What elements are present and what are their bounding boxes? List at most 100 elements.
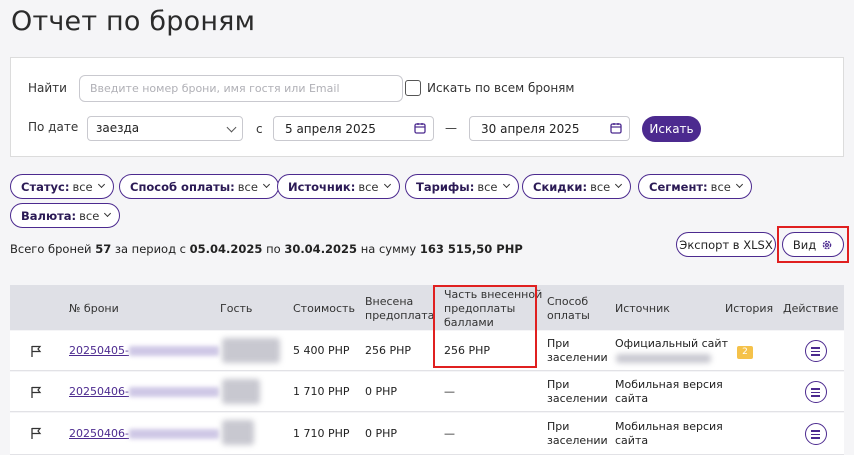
booking-number[interactable]: 20250406- (69, 427, 129, 440)
chip-tariffs[interactable]: Тарифы: все (405, 174, 519, 199)
chip-payment-method[interactable]: Способ оплаты: все (119, 174, 279, 199)
th-prepaid-l2: предоплата (365, 309, 435, 322)
chevron-down-icon (383, 180, 391, 189)
th-prepaid-l1: Внесена (365, 295, 414, 308)
date-type-value: заезда (96, 121, 140, 135)
table-row[interactable]: 20250406- 1 710 PHP 0 PHP — При заселени… (10, 413, 844, 455)
date-to-field[interactable]: 30 апреля 2025 (469, 116, 630, 141)
chip-source[interactable]: Источник: все (277, 174, 400, 199)
payment-l1: При (547, 337, 570, 350)
cost-value: 1 710 PHP (293, 385, 350, 398)
view-settings-button[interactable]: Вид (782, 232, 844, 257)
chevron-down-icon (97, 180, 105, 189)
chip-label: Валюта: (21, 208, 77, 223)
th-source[interactable]: Источник (615, 302, 670, 316)
flag-icon[interactable] (30, 345, 42, 357)
date-from-value: 5 апреля 2025 (285, 122, 376, 136)
summary-count: 57 (95, 242, 112, 256)
chip-value: все (710, 179, 731, 194)
bookings-table: № брони Гость Стоимость Внесена предопла… (10, 285, 844, 455)
chip-label: Способ оплаты: (130, 179, 235, 194)
row-menu-button[interactable] (805, 423, 827, 445)
source-l2: сайта (615, 392, 649, 405)
guest-name-redacted (222, 338, 280, 363)
flag-icon[interactable] (30, 427, 42, 439)
summary-text: за период с (114, 242, 187, 256)
chip-value: все (72, 179, 93, 194)
booking-number[interactable]: 20250406- (69, 385, 129, 398)
payment-l1: При (547, 378, 570, 391)
checkbox-box[interactable] (405, 80, 421, 96)
chip-label: Сегмент: (649, 179, 708, 194)
flag-icon[interactable] (30, 386, 42, 398)
th-payment[interactable]: Способ оплаты (547, 295, 590, 323)
guest-name-redacted (222, 379, 260, 404)
th-number[interactable]: № брони (69, 302, 119, 316)
bookings-summary: Всего броней 57 за период с 05.04.2025 п… (10, 242, 523, 256)
payment-method: При заселении (547, 337, 608, 365)
calendar-icon[interactable] (610, 122, 622, 134)
chevron-down-icon (104, 209, 112, 218)
th-payment-l2: оплаты (547, 309, 590, 322)
search-button[interactable]: Искать (642, 116, 701, 142)
chevron-down-icon (735, 180, 743, 189)
table-row[interactable]: 20250405- 5 400 PHP 256 PHP 256 PHP При … (10, 331, 844, 371)
source-redacted (616, 354, 711, 363)
booking-number-link[interactable]: 20250405- (69, 344, 219, 358)
th-history: История (725, 302, 774, 315)
summary-to: 30.04.2025 (284, 242, 358, 256)
export-xlsx-button[interactable]: Экспорт в XLSX (676, 232, 776, 257)
th-guest[interactable]: Гость (220, 302, 252, 316)
points-value: — (444, 427, 455, 440)
chip-discounts[interactable]: Скидки: все (522, 174, 632, 199)
chip-label: Тарифы: (416, 179, 475, 194)
date-type-select[interactable]: заезда (87, 116, 243, 141)
calendar-icon[interactable] (414, 122, 426, 134)
chip-status[interactable]: Статус: все (10, 174, 114, 199)
redacted-text (128, 387, 219, 397)
chevron-down-icon (502, 180, 510, 189)
chip-segment[interactable]: Сегмент: все (638, 174, 752, 199)
chip-currency[interactable]: Валюта: все (10, 203, 121, 228)
th-cost[interactable]: Стоимость (293, 302, 355, 316)
table-header: № брони Гость Стоимость Внесена предопла… (10, 285, 844, 330)
date-dash: — (445, 121, 457, 135)
summary-text: Всего броней (10, 242, 92, 256)
booking-number-link[interactable]: 20250406- (69, 385, 219, 399)
filter-panel: Найти Искать по всем броням По дате заез… (10, 57, 844, 157)
th-prepaid[interactable]: Внесена предоплата (365, 295, 434, 323)
search-input[interactable] (79, 75, 403, 102)
search-all-checkbox[interactable]: Искать по всем броням (405, 80, 574, 96)
summary-text: по (266, 242, 281, 256)
chip-value: все (477, 179, 498, 194)
row-menu-button[interactable] (805, 381, 827, 403)
date-from-field[interactable]: 5 апреля 2025 (273, 116, 434, 141)
highlight-box (433, 285, 537, 368)
booking-number[interactable]: 20250405- (69, 344, 129, 357)
chip-value: все (590, 179, 611, 194)
source-l2: сайта (615, 434, 649, 447)
redacted-text (128, 346, 219, 356)
table-row[interactable]: 20250406- 1 710 PHP 0 PHP — При заселени… (10, 372, 844, 412)
payment-method: При заселении (547, 378, 608, 406)
page-title: Отчет по броням (11, 6, 256, 37)
chip-label: Скидки: (533, 179, 588, 194)
source-l1: Мобильная версия (615, 378, 723, 391)
th-payment-l1: Способ (547, 295, 589, 308)
summary-from: 05.04.2025 (189, 242, 263, 256)
history-badge[interactable]: 2 (737, 346, 753, 359)
guest-name-redacted (222, 420, 254, 445)
prepaid-value: 0 PHP (365, 427, 398, 440)
redacted-text (128, 429, 219, 439)
th-action: Действие (783, 302, 839, 315)
source-value: Официальный сайт (615, 337, 728, 351)
payment-l2: заселении (547, 434, 608, 447)
payment-l2: заселении (547, 392, 608, 405)
row-menu-button[interactable] (805, 340, 827, 362)
prepaid-value: 256 PHP (365, 344, 412, 357)
find-label: Найти (28, 81, 67, 95)
booking-number-link[interactable]: 20250406- (69, 427, 219, 441)
source-l1: Мобильная версия (615, 420, 723, 433)
cost-value: 1 710 PHP (293, 427, 350, 440)
from-prefix: с (256, 122, 263, 136)
